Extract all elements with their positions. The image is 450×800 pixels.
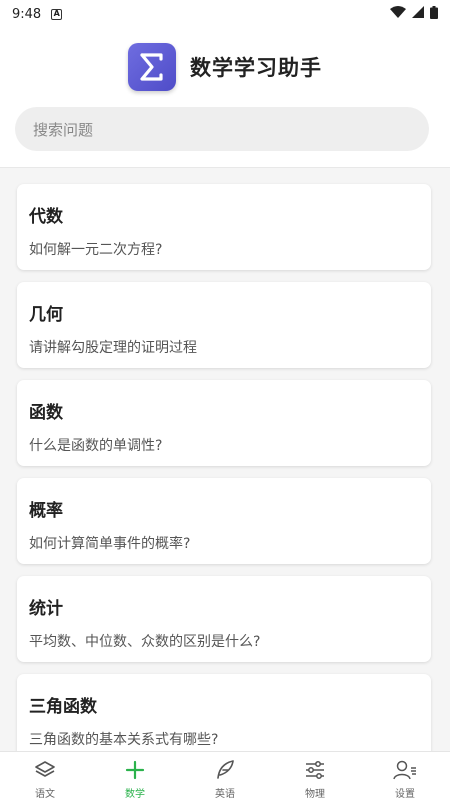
- notification-app-icon: A: [51, 8, 63, 20]
- card-question: 请讲解勾股定理的证明过程: [29, 340, 197, 356]
- card-title: 几何: [29, 305, 63, 325]
- topic-card-geometry[interactable]: 几何 请讲解勾股定理的证明过程: [17, 282, 431, 368]
- card-question: 什么是函数的单调性?: [29, 438, 163, 454]
- signal-icon: [412, 6, 424, 22]
- nav-label: 英语: [215, 789, 235, 800]
- battery-icon: [430, 5, 438, 23]
- card-title: 统计: [29, 599, 63, 619]
- card-title: 三角函数: [29, 697, 97, 717]
- app-title: 数学学习助手: [190, 56, 322, 80]
- plus-icon: [123, 758, 147, 782]
- topic-card-probability[interactable]: 概率 如何计算简单事件的概率?: [17, 478, 431, 564]
- nav-item-math[interactable]: 数学: [90, 752, 180, 800]
- nav-item-settings[interactable]: 设置: [360, 752, 450, 800]
- app-header: 数学学习助手 搜索问题: [0, 28, 450, 168]
- status-bar: 9:48 A: [0, 0, 450, 28]
- card-title: 代数: [29, 207, 63, 227]
- search-input[interactable]: 搜索问题: [15, 107, 429, 151]
- topic-card-statistics[interactable]: 统计 平均数、中位数、众数的区别是什么?: [17, 576, 431, 662]
- status-left: 9:48 A: [12, 6, 63, 22]
- topic-card-trigonometry[interactable]: 三角函数 三角函数的基本关系式有哪些?: [17, 674, 431, 751]
- sliders-icon: [303, 758, 327, 782]
- question-list[interactable]: 代数 如何解一元二次方程? 几何 请讲解勾股定理的证明过程 函数 什么是函数的单…: [0, 169, 450, 751]
- nav-item-chinese[interactable]: 语文: [0, 752, 90, 800]
- card-question: 如何计算简单事件的概率?: [29, 536, 191, 552]
- status-icons: [390, 5, 438, 23]
- card-title: 函数: [29, 403, 63, 423]
- wifi-icon: [390, 6, 406, 22]
- sigma-icon: [140, 53, 163, 81]
- card-question: 如何解一元二次方程?: [29, 242, 163, 258]
- nav-label: 语文: [35, 789, 55, 800]
- topic-card-algebra[interactable]: 代数 如何解一元二次方程?: [17, 184, 431, 270]
- layers-icon: [33, 758, 57, 782]
- topic-card-functions[interactable]: 函数 什么是函数的单调性?: [17, 380, 431, 466]
- nav-item-english[interactable]: 英语: [180, 752, 270, 800]
- nav-label: 设置: [395, 789, 415, 800]
- user-settings-icon: [393, 758, 417, 782]
- bottom-nav: 语文 数学 英语 物理 设置: [0, 751, 450, 800]
- nav-item-physics[interactable]: 物理: [270, 752, 360, 800]
- card-title: 概率: [29, 501, 63, 521]
- card-question: 三角函数的基本关系式有哪些?: [29, 732, 219, 748]
- nav-label: 数学: [125, 789, 145, 800]
- card-question: 平均数、中位数、众数的区别是什么?: [29, 634, 261, 650]
- app-logo: [128, 43, 176, 91]
- status-time: 9:48: [12, 6, 42, 22]
- nav-label: 物理: [305, 789, 325, 800]
- feather-pen-icon: [213, 758, 237, 782]
